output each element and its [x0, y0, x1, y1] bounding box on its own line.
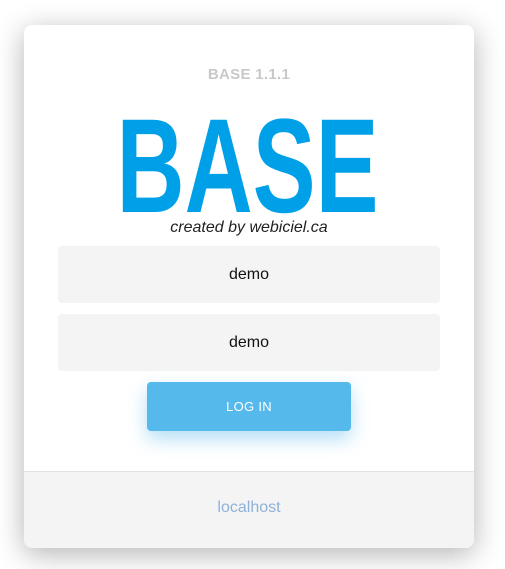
credit-text: created by webiciel.ca	[170, 219, 328, 236]
version-label: BASE 1.1.1	[207, 66, 291, 83]
svg-text:BASE: BASE	[117, 96, 379, 214]
password-field[interactable]	[58, 314, 440, 371]
login-card: BASE 1.1.1 BASE created by webiciel.ca L…	[24, 25, 474, 548]
username-field[interactable]	[58, 246, 440, 303]
host-link[interactable]: localhost	[217, 499, 280, 517]
base-logo: BASE	[117, 96, 379, 214]
card-footer: localhost	[24, 471, 474, 548]
login-button[interactable]: LOG IN	[147, 382, 351, 431]
